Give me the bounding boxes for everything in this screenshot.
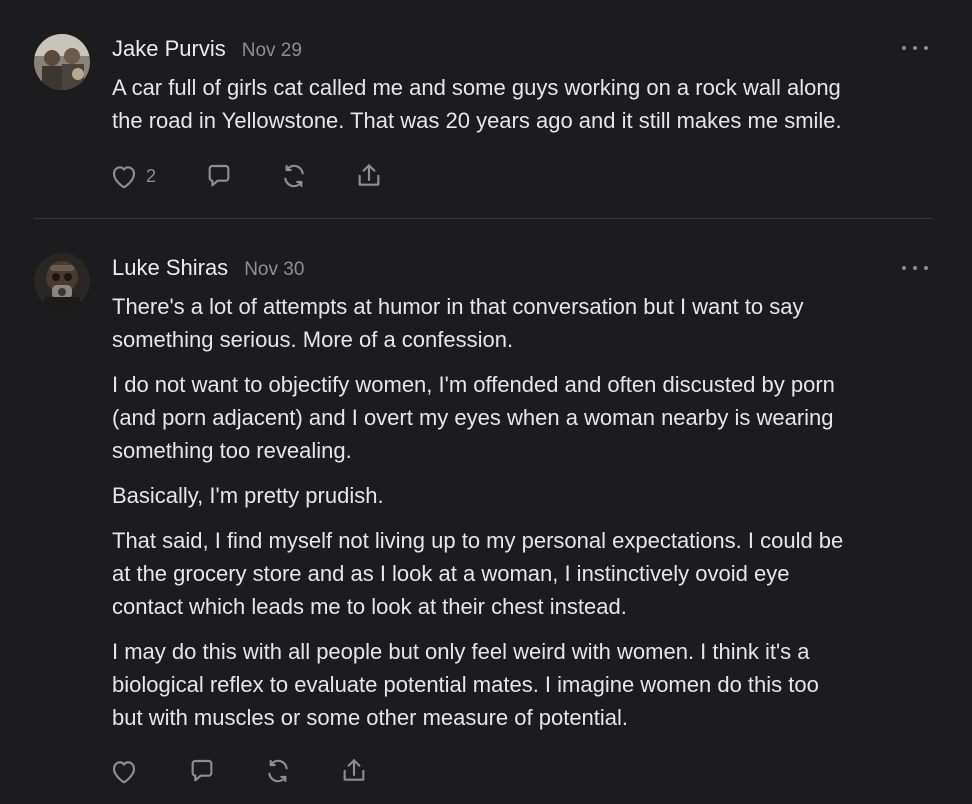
share-icon xyxy=(343,759,365,781)
more-icon-dot xyxy=(913,46,917,50)
comment-line: biological reflex to evaluate potential … xyxy=(112,672,819,697)
comment-line: contact which leads me to look at their … xyxy=(112,594,627,619)
comment-line: but with muscles or some other measure o… xyxy=(112,705,629,730)
comment-actions: 2 xyxy=(108,160,393,192)
more-icon-dot xyxy=(902,266,906,270)
share-icon xyxy=(358,164,380,186)
comment-line: I may do this with all people but only f… xyxy=(112,639,810,664)
comment-icon xyxy=(191,759,213,782)
comment-divider xyxy=(34,218,932,219)
restack-button[interactable] xyxy=(278,160,353,192)
comment-paragraph: I may do this with all people but only f… xyxy=(112,635,942,734)
comment-paragraph: A car full of girls cat called me and so… xyxy=(112,71,942,137)
comment-actions xyxy=(108,755,378,787)
comment-date[interactable]: Nov 30 xyxy=(244,259,304,281)
restack-icon xyxy=(284,164,304,188)
more-options-button[interactable] xyxy=(902,261,928,275)
comment-paragraph: Basically, I'm pretty prudish. xyxy=(112,479,942,512)
heart-icon xyxy=(112,166,136,189)
comment-icon xyxy=(208,164,230,187)
comment-header: Luke Shiras Nov 30 xyxy=(112,255,304,281)
comment-line: I do not want to objectify women, I'm of… xyxy=(112,372,835,397)
comment-header: Jake Purvis Nov 29 xyxy=(112,36,302,62)
restack-button[interactable] xyxy=(262,755,338,787)
comment-line: the road in Yellowstone. That was 20 yea… xyxy=(112,108,842,133)
user-avatar-group-icon xyxy=(34,34,90,90)
more-icon-dot xyxy=(924,266,928,270)
more-icon-dot xyxy=(902,46,906,50)
comment-body: There's a lot of attempts at humor in th… xyxy=(112,290,942,746)
reply-button[interactable] xyxy=(186,755,262,787)
comment-line: A car full of girls cat called me and so… xyxy=(112,75,841,100)
like-count: 2 xyxy=(146,165,157,186)
author-name[interactable]: Jake Purvis xyxy=(112,36,226,62)
comment-body: A car full of girls cat called me and so… xyxy=(112,71,942,149)
like-button[interactable]: 2 xyxy=(108,160,203,192)
heart-icon xyxy=(112,761,136,784)
author-name[interactable]: Luke Shiras xyxy=(112,255,228,281)
comment-line: That said, I find myself not living up t… xyxy=(112,528,844,553)
like-button[interactable] xyxy=(108,755,186,787)
more-icon-dot xyxy=(924,46,928,50)
share-button[interactable] xyxy=(338,755,378,787)
user-avatar-mask-icon xyxy=(34,253,90,309)
comment-line: There's a lot of attempts at humor in th… xyxy=(112,294,804,319)
comment-line: something serious. More of a confession. xyxy=(112,327,514,352)
comment-line: Basically, I'm pretty prudish. xyxy=(112,483,384,508)
avatar[interactable] xyxy=(34,253,90,309)
comment-paragraph: I do not want to objectify women, I'm of… xyxy=(112,368,942,467)
comment-line: at the grocery store and as I look at a … xyxy=(112,561,790,586)
comment-line: (and porn adjacent) and I overt my eyes … xyxy=(112,405,834,430)
more-icon-dot xyxy=(913,266,917,270)
share-button[interactable] xyxy=(353,160,393,192)
comment-paragraph: There's a lot of attempts at humor in th… xyxy=(112,290,942,356)
reply-button[interactable] xyxy=(203,160,278,192)
more-options-button[interactable] xyxy=(902,41,928,55)
avatar[interactable] xyxy=(34,34,90,90)
comment-date[interactable]: Nov 29 xyxy=(242,40,302,62)
comment-line: something too revealing. xyxy=(112,438,352,463)
restack-icon xyxy=(268,759,288,783)
comment-paragraph: That said, I find myself not living up t… xyxy=(112,524,942,623)
